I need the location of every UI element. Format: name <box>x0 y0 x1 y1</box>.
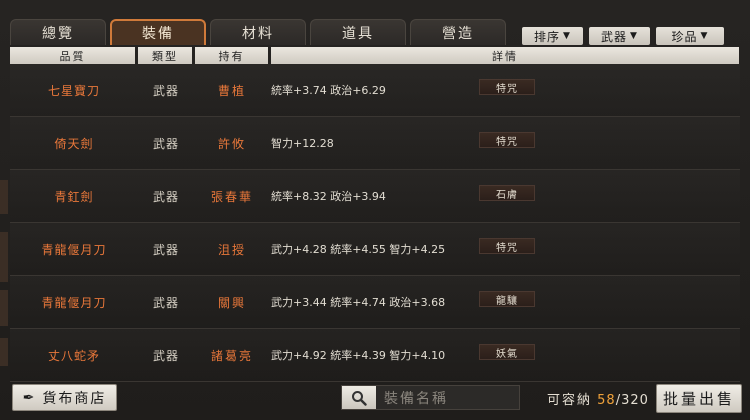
equipment-stats: 武力+4.92 統率+4.39 智力+4.10 <box>271 349 446 362</box>
sort-dropdown[interactable]: 排序 ▼ <box>522 27 583 45</box>
equipment-type: 武器 <box>152 189 179 204</box>
chevron-down-icon: ▼ <box>630 31 638 41</box>
skill-tag: 特咒 <box>479 79 535 95</box>
type-dropdown[interactable]: 武器 ▼ <box>589 27 650 45</box>
side-portrait[interactable] <box>0 290 8 326</box>
equipment-stats: 智力+12.28 <box>271 137 334 150</box>
sort-dropdown-label: 排序 <box>534 29 561 44</box>
column-header-holder[interactable]: 持有 <box>195 47 268 64</box>
capacity-counter: 可容納 58/320 <box>547 389 649 408</box>
equipment-name: 青釭劍 <box>54 189 94 204</box>
filter-bar: 排序 ▼ 武器 ▼ 珍品 ▼ <box>522 27 730 45</box>
table-row[interactable]: 青釭劍 武器 張春華 統率+8.32 政治+3.94 石膚 <box>10 170 740 223</box>
search-icon <box>352 390 367 406</box>
table-row[interactable]: 丈八蛇矛 武器 諸葛亮 武力+4.92 統率+4.39 智力+4.10 妖氣 <box>10 329 740 382</box>
column-header-detail: 詳情 <box>271 47 739 64</box>
equipment-name: 七星寶刀 <box>47 83 100 98</box>
equipment-name: 倚天劍 <box>54 136 94 151</box>
equipment-stats: 武力+4.28 統率+4.55 智力+4.25 <box>271 243 446 256</box>
equipment-type: 武器 <box>152 136 179 151</box>
table-row[interactable]: 青龍偃月刀 武器 沮授 武力+4.28 統率+4.55 智力+4.25 特咒 <box>10 223 740 276</box>
bulk-sell-label: 批量出售 <box>662 390 735 408</box>
equipment-holder: 諸葛亮 <box>210 348 253 363</box>
tab-equipment[interactable]: 裝備 <box>110 19 206 45</box>
table-row[interactable]: 倚天劍 武器 許攸 智力+12.28 特咒 <box>10 117 740 170</box>
equipment-stats: 統率+3.74 政治+6.29 <box>271 84 386 97</box>
search-button[interactable] <box>342 386 376 409</box>
capacity-total: 320 <box>621 393 649 408</box>
search-input[interactable]: 裝備名稱 <box>384 388 448 408</box>
shop-button[interactable]: ✒ 貨布商店 <box>12 384 117 411</box>
column-header-quality[interactable]: 品質 <box>10 47 135 64</box>
type-dropdown-label: 武器 <box>601 29 628 44</box>
table-row[interactable]: 青龍偃月刀 武器 關興 武力+3.44 統率+4.74 政治+3.68 龍驤 <box>10 276 740 329</box>
side-portrait[interactable] <box>0 232 8 282</box>
equipment-list: 七星寶刀 武器 曹植 統率+3.74 政治+6.29 特咒 倚天劍 武器 許攸 … <box>10 64 740 382</box>
skill-tag: 石膚 <box>479 185 535 201</box>
rarity-dropdown-label: 珍品 <box>671 29 698 44</box>
search-box[interactable]: 裝備名稱 <box>341 385 520 410</box>
table-header: 品質 類型 持有 詳情 <box>10 47 742 64</box>
inventory-screen: 總覽 裝備 材料 道具 營造 排序 ▼ 武器 ▼ 珍品 ▼ 品質 類型 持有 詳… <box>0 0 750 420</box>
side-portrait[interactable] <box>0 338 8 366</box>
chevron-down-icon: ▼ <box>563 31 571 41</box>
tab-overview[interactable]: 總覽 <box>10 19 106 45</box>
equipment-holder: 關興 <box>217 295 246 310</box>
capacity-label: 可容納 <box>547 393 593 408</box>
equipment-holder: 曹植 <box>217 83 246 98</box>
skill-tag: 妖氣 <box>479 344 535 360</box>
rarity-dropdown[interactable]: 珍品 ▼ <box>656 27 724 45</box>
side-portrait-selected[interactable] <box>0 180 8 214</box>
shop-button-label: 貨布商店 <box>42 390 107 407</box>
skill-tag: 龍驤 <box>479 291 535 307</box>
quill-icon: ✒ <box>22 389 37 406</box>
equipment-name: 丈八蛇矛 <box>47 348 100 363</box>
bulk-sell-button[interactable]: 批量出售 <box>656 384 742 413</box>
tab-items[interactable]: 道具 <box>310 19 406 45</box>
chevron-down-icon: ▼ <box>700 31 709 41</box>
category-tabs: 總覽 裝備 材料 道具 營造 <box>10 19 510 45</box>
equipment-name: 青龍偃月刀 <box>41 295 107 310</box>
capacity-current: 58 <box>597 393 616 408</box>
equipment-stats: 統率+8.32 政治+3.94 <box>271 190 386 203</box>
tab-materials[interactable]: 材料 <box>210 19 306 45</box>
table-row[interactable]: 七星寶刀 武器 曹植 統率+3.74 政治+6.29 特咒 <box>10 64 740 117</box>
equipment-holder: 許攸 <box>217 136 246 151</box>
skill-tag: 特咒 <box>479 238 535 254</box>
equipment-stats: 武力+3.44 統率+4.74 政治+3.68 <box>271 296 446 309</box>
equipment-type: 武器 <box>152 348 179 363</box>
equipment-type: 武器 <box>152 295 179 310</box>
equipment-holder: 張春華 <box>210 189 253 204</box>
column-header-type[interactable]: 類型 <box>138 47 192 64</box>
equipment-type: 武器 <box>152 242 179 257</box>
equipment-name: 青龍偃月刀 <box>41 242 107 257</box>
equipment-holder: 沮授 <box>217 242 246 257</box>
equipment-type: 武器 <box>152 83 179 98</box>
skill-tag: 特咒 <box>479 132 535 148</box>
tab-construction[interactable]: 營造 <box>410 19 506 45</box>
